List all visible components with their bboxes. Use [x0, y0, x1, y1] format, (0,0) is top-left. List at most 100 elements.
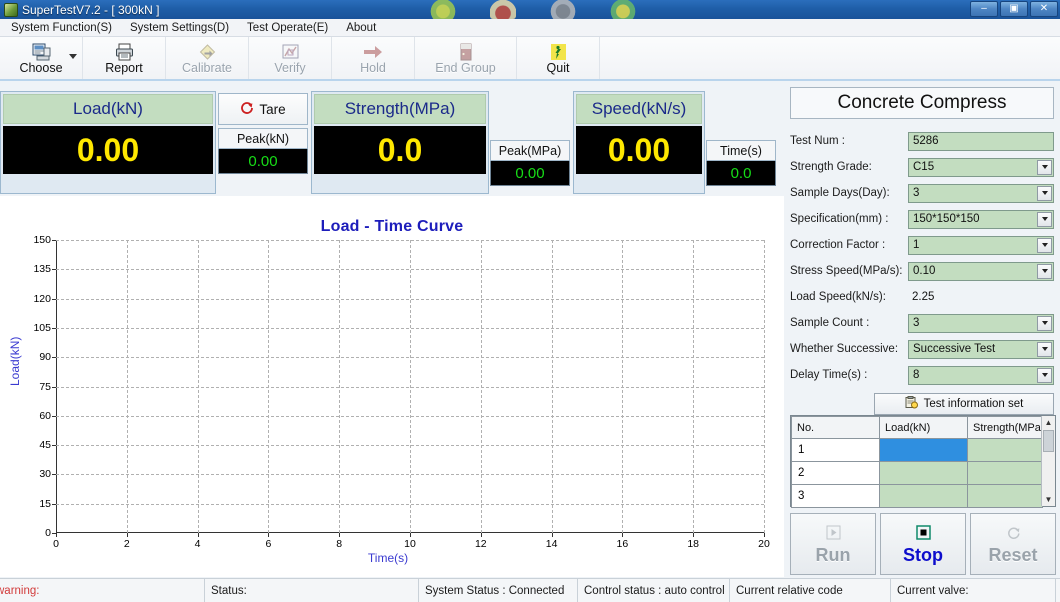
- table-scrollbar[interactable]: ▲ ▼: [1041, 416, 1055, 506]
- title-bar: SuperTestV7.2 - [ 300kN ] – ▣ ✕: [0, 0, 1060, 19]
- red-arrow-icon: [362, 41, 384, 61]
- chart-y-tick-label: 90: [39, 351, 51, 363]
- chart-series: [56, 240, 764, 533]
- close-button[interactable]: ✕: [1030, 1, 1058, 17]
- toolbar-label-verify: Verify: [274, 61, 305, 76]
- dropdown-arrow-icon[interactable]: [1037, 212, 1052, 227]
- toolbar-button-choose[interactable]: Choose: [0, 37, 83, 79]
- dropdown-arrow-icon[interactable]: [1037, 238, 1052, 253]
- chart-x-tick-mark: [339, 533, 340, 537]
- play-icon: [826, 523, 841, 543]
- reset-icon: [1006, 523, 1021, 543]
- minimize-button[interactable]: –: [970, 1, 998, 17]
- reset-button[interactable]: Reset: [970, 513, 1056, 575]
- table-cell-load[interactable]: [880, 485, 968, 508]
- table-row[interactable]: 1: [792, 439, 1043, 462]
- run-button[interactable]: Run: [790, 513, 876, 575]
- table-column-header: No.: [792, 417, 880, 439]
- table-cell-load[interactable]: [880, 462, 968, 485]
- chart-x-tick-label: 6: [265, 538, 271, 550]
- dropdown-arrow-icon[interactable]: [1037, 342, 1052, 357]
- toolbar-button-report[interactable]: Report: [83, 37, 166, 79]
- form-field-value: 1: [909, 239, 919, 251]
- dropdown-arrow-icon[interactable]: [1037, 264, 1052, 279]
- form-select[interactable]: 1: [908, 236, 1054, 255]
- form-field-value: 150*150*150: [909, 213, 980, 225]
- scroll-down-icon[interactable]: ▼: [1045, 493, 1053, 506]
- form-row: Correction Factor :1: [790, 232, 1054, 258]
- app-icon: [4, 3, 18, 17]
- chart-y-tick-label: 105: [33, 322, 51, 334]
- time-value: 0.0: [706, 161, 776, 186]
- status-bar-cell: warning:: [0, 579, 205, 602]
- form-input[interactable]: 5286: [908, 132, 1054, 151]
- form-select[interactable]: 3: [908, 314, 1054, 333]
- action-button-bar: Run Stop Reset: [790, 513, 1056, 575]
- toolbar-button-quit[interactable]: Quit: [517, 37, 600, 79]
- chart-x-tick-mark: [198, 533, 199, 537]
- chart-x-tick-label: 4: [195, 538, 201, 550]
- diamond-arrow-icon: [198, 41, 217, 61]
- maximize-button[interactable]: ▣: [1000, 1, 1028, 17]
- form-field-label: Specification(mm) :: [790, 213, 908, 225]
- scrollbar-thumb[interactable]: [1043, 430, 1054, 452]
- scroll-up-icon[interactable]: ▲: [1045, 416, 1053, 429]
- window-title: SuperTestV7.2 - [ 300kN ]: [22, 3, 159, 17]
- table-cell-load[interactable]: [880, 439, 968, 462]
- status-bar-cell: Current valve:: [891, 579, 1056, 602]
- tare-button[interactable]: Tare: [218, 93, 308, 125]
- toolbar-button-verify[interactable]: Verify: [249, 37, 332, 79]
- dropdown-arrow-icon[interactable]: [1037, 368, 1052, 383]
- form-field-label: Correction Factor :: [790, 239, 908, 251]
- peak-mpa-caption: Peak(MPa): [490, 140, 570, 161]
- form-select[interactable]: 0.10: [908, 262, 1054, 281]
- stop-label: Stop: [903, 545, 943, 566]
- toolbar-button-end-group[interactable]: End Group: [415, 37, 517, 79]
- chart-x-tick-mark: [764, 533, 765, 537]
- table-cell-strength[interactable]: [968, 462, 1043, 485]
- table-cell-no: 2: [792, 462, 880, 485]
- peak-kn-value: 0.00: [218, 149, 308, 174]
- toolbar-label-quit: Quit: [547, 61, 570, 76]
- form-row: Test Num :5286: [790, 128, 1054, 154]
- table-cell-strength[interactable]: [968, 485, 1043, 508]
- menu-item-system-function[interactable]: System Function(S): [2, 21, 121, 35]
- stop-icon: [916, 523, 931, 543]
- status-bar-cell: Control status : auto control: [578, 579, 730, 602]
- dropdown-arrow-icon[interactable]: [1037, 186, 1052, 201]
- choose-icon: [32, 41, 51, 61]
- form-select[interactable]: Successive Test: [908, 340, 1054, 359]
- toolbar-button-calibrate[interactable]: Calibrate: [166, 37, 249, 79]
- form-field-value: C15: [909, 161, 934, 173]
- chart-y-tick-label: 120: [33, 293, 51, 305]
- test-information-set-button[interactable]: Test information set: [874, 393, 1054, 415]
- chart-y-tick-label: 60: [39, 410, 51, 422]
- form-select[interactable]: C15: [908, 158, 1054, 177]
- form-select[interactable]: 8: [908, 366, 1054, 385]
- chart-x-tick-label: 2: [124, 538, 130, 550]
- form-field-label: Delay Time(s) :: [790, 369, 908, 381]
- table-row[interactable]: 3: [792, 485, 1043, 508]
- table-row[interactable]: 2: [792, 462, 1043, 485]
- load-value: 0.00: [3, 126, 213, 174]
- speed-value: 0.00: [576, 126, 702, 174]
- dropdown-arrow-icon[interactable]: [1037, 160, 1052, 175]
- toolbar-button-hold[interactable]: Hold: [332, 37, 415, 79]
- form-select[interactable]: 3: [908, 184, 1054, 203]
- form-field-label: Sample Days(Day):: [790, 187, 908, 199]
- form-field-static-value: 2.25: [908, 291, 1054, 303]
- form-select[interactable]: 150*150*150: [908, 210, 1054, 229]
- menu-item-about[interactable]: About: [337, 21, 385, 35]
- menu-item-system-settings[interactable]: System Settings(D): [121, 21, 238, 35]
- form-field-value: 3: [909, 317, 919, 329]
- table-cell-strength[interactable]: [968, 439, 1043, 462]
- form-row: Sample Count :3: [790, 310, 1054, 336]
- peak-mpa-group: Peak(MPa) 0.00: [490, 140, 570, 186]
- dropdown-arrow-icon[interactable]: [1037, 316, 1052, 331]
- chart-x-tick-label: 20: [758, 538, 770, 550]
- menu-item-test-operate[interactable]: Test Operate(E): [238, 21, 337, 35]
- chart-x-tick-mark: [622, 533, 623, 537]
- printer-icon: [115, 41, 134, 61]
- stop-button[interactable]: Stop: [880, 513, 966, 575]
- chevron-down-icon[interactable]: [69, 54, 77, 59]
